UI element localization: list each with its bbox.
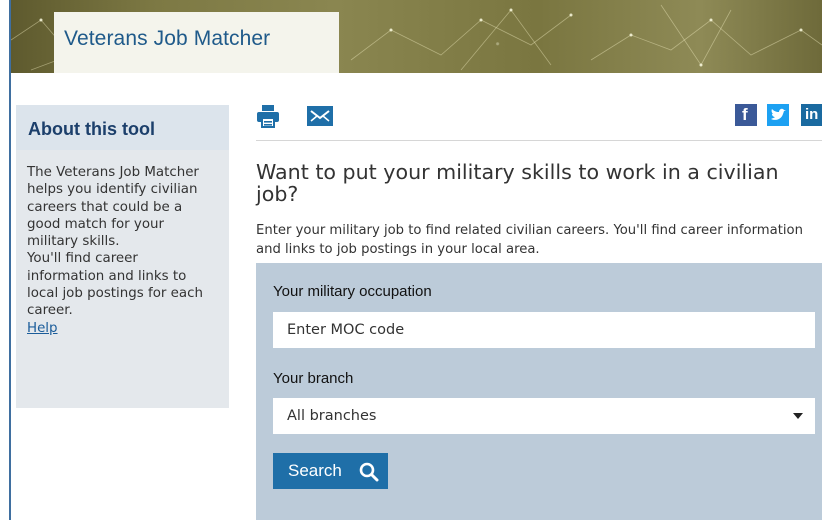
app-title: Veterans Job Matcher bbox=[64, 27, 271, 50]
page-headline: Want to put your military skills to work… bbox=[256, 160, 779, 206]
moc-code-input[interactable]: Enter MOC code bbox=[273, 312, 815, 348]
intro-text: Enter your military job to find related … bbox=[256, 223, 803, 257]
page-left-border bbox=[9, 0, 11, 520]
about-sidebar: About this tool The Veterans Job Matcher… bbox=[16, 105, 229, 408]
sidebar-note: You'll find career information and links… bbox=[27, 251, 203, 319]
linkedin-icon[interactable]: in bbox=[801, 104, 822, 126]
occupation-label: Your military occupation bbox=[273, 283, 432, 300]
facebook-glyph: f bbox=[742, 105, 748, 124]
twitter-icon[interactable] bbox=[767, 104, 789, 126]
help-link[interactable]: Help bbox=[27, 321, 58, 336]
search-button[interactable]: Search bbox=[273, 453, 388, 489]
facebook-icon[interactable]: f bbox=[735, 104, 757, 126]
search-button-label: Search bbox=[288, 461, 342, 480]
branch-label: Your branch bbox=[273, 370, 354, 387]
sidebar-description: The Veterans Job Matcher helps you ident… bbox=[27, 165, 199, 250]
envelope-icon[interactable] bbox=[307, 106, 333, 126]
sidebar-heading: About this tool bbox=[16, 105, 229, 150]
branch-selected-value: All branches bbox=[287, 408, 377, 424]
magnifier-icon bbox=[359, 462, 379, 482]
job-search-form: Your military occupation Enter MOC code … bbox=[256, 263, 822, 520]
branch-select[interactable]: All branches bbox=[273, 398, 815, 434]
chevron-down-icon bbox=[793, 413, 803, 419]
printer-icon[interactable] bbox=[256, 104, 280, 128]
linkedin-glyph: in bbox=[805, 106, 819, 123]
moc-code-placeholder: Enter MOC code bbox=[287, 322, 405, 338]
page-toolbar: f in bbox=[256, 102, 822, 141]
sidebar-body: The Veterans Job Matcher helps you ident… bbox=[16, 150, 229, 337]
